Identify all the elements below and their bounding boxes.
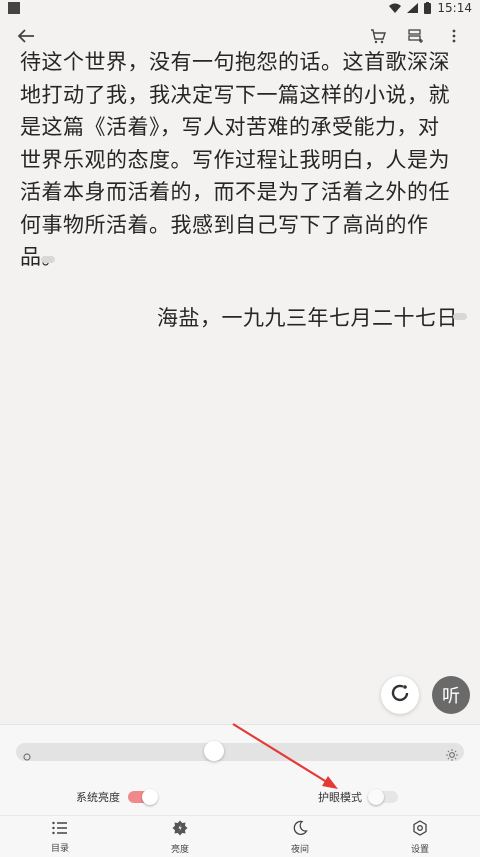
toggle-row: 系统亮度 护眼模式	[0, 785, 480, 809]
text-line: 地打动了我，我决定写下一篇这样的小说，就	[20, 82, 450, 107]
brightness-icon	[172, 820, 188, 839]
bottom-tabs: 目录 亮度 夜间 设置	[0, 815, 480, 857]
battery-icon	[424, 2, 432, 14]
bookmark-add-icon[interactable]	[404, 24, 428, 48]
arrow-left-icon[interactable]	[14, 24, 38, 48]
settings-icon	[412, 819, 428, 839]
tab-label: 目录	[50, 843, 69, 854]
system-brightness-setting: 系统亮度	[76, 789, 158, 805]
status-time: 15:14	[437, 1, 472, 15]
tab-settings[interactable]: 设置	[360, 816, 480, 857]
tab-brightness[interactable]: 亮度	[120, 816, 240, 857]
refresh-icon	[389, 682, 411, 708]
tab-label: 夜间	[290, 844, 309, 855]
system-brightness-label: 系统亮度	[76, 791, 120, 804]
text-line: 待这个世界，没有一句抱怨的话。这首歌深深	[20, 50, 450, 74]
system-brightness-toggle[interactable]	[128, 789, 158, 805]
eye-mode-setting: 护眼模式	[318, 789, 398, 805]
paragraph-comment-marker[interactable]	[453, 313, 467, 320]
toggle-knob	[142, 789, 158, 805]
reader-settings-panel: 系统亮度 护眼模式 目录 亮度 夜间 设置	[0, 724, 480, 857]
listen-button[interactable]: 听	[432, 676, 470, 714]
eye-mode-label: 护眼模式	[318, 791, 362, 804]
eye-mode-toggle[interactable]	[368, 789, 398, 805]
status-indicators: 15:14	[389, 1, 472, 15]
paragraph-comment-marker[interactable]	[41, 256, 55, 263]
wifi-icon	[389, 3, 402, 13]
paragraph: 待这个世界，没有一句抱怨的话。这首歌深深 地打动了我，我决定写下一篇这样的小说，…	[20, 46, 460, 274]
text-line: 是这篇《活着》，写人对苦难的承受能力，对	[20, 115, 440, 139]
tab-label: 亮度	[170, 844, 189, 855]
more-vert-icon[interactable]	[442, 24, 466, 48]
brightness-low-icon	[22, 747, 32, 761]
list-icon	[52, 821, 68, 838]
text-line: 世界乐观的态度。写作过程让我明白，人是为	[20, 147, 450, 172]
tab-night[interactable]: 夜间	[240, 816, 360, 857]
text-line: 活着本身而活着的，而不是为了活着之外的任	[20, 180, 450, 204]
toggle-knob	[368, 789, 384, 805]
chapter-text: 待这个世界，没有一句抱怨的话。这首歌深深 地打动了我，我决定写下一篇这样的小说，…	[0, 46, 480, 334]
signal-icon	[407, 3, 419, 13]
notification-icon	[8, 2, 20, 14]
status-bar: 15:14	[0, 0, 480, 16]
brightness-slider[interactable]	[16, 741, 464, 761]
slider-thumb[interactable]	[204, 741, 225, 761]
tab-contents[interactable]: 目录	[0, 816, 120, 857]
tab-label: 设置	[410, 844, 429, 855]
moon-icon	[292, 820, 308, 839]
cart-icon[interactable]	[366, 24, 390, 48]
refresh-button[interactable]	[381, 676, 419, 714]
brightness-high-icon	[446, 746, 458, 761]
signature-line: 海盐，一九九三年七月二十七日	[157, 305, 458, 330]
text-line: 品。	[20, 241, 460, 274]
text-line: 何事物所活着。我感到自己写下了高尚的作	[20, 212, 429, 237]
